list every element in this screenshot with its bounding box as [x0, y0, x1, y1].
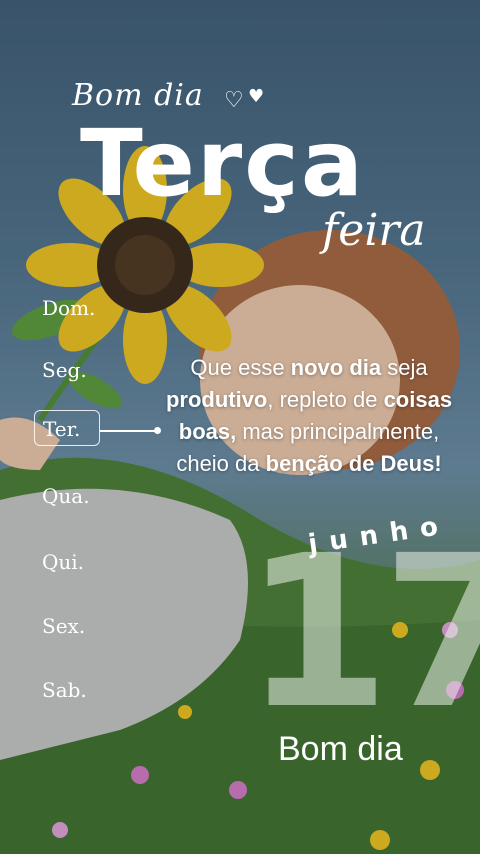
- message-bold: benção de Deus!: [265, 451, 442, 476]
- day-qua: Qua.: [42, 484, 90, 508]
- heart-filled-icon: ♥: [248, 86, 265, 107]
- day-ter-active: Ter.: [34, 410, 100, 446]
- greeting-card: Bom dia ♡ ♥ Terça feira Dom. Seg. Ter. Q…: [0, 0, 480, 854]
- message-bold: novo dia: [290, 355, 382, 380]
- weekday-title: Terça: [80, 110, 365, 217]
- greeting-script: Bom dia: [72, 78, 204, 113]
- footer-greeting: Bom dia: [278, 730, 403, 768]
- day-connector-line: [100, 430, 156, 432]
- weekday-suffix: feira: [322, 205, 426, 256]
- day-sex: Sex.: [42, 614, 86, 638]
- day-seg: Seg.: [42, 358, 87, 382]
- message-text: Que esse: [190, 355, 291, 380]
- message-bold: produtivo: [165, 387, 268, 412]
- blessing-message: Que esse novo dia seja produtivo, replet…: [164, 352, 454, 480]
- day-connector-dot: [154, 427, 161, 434]
- day-number: 17: [244, 510, 480, 755]
- day-dom: Dom.: [42, 296, 96, 320]
- day-qui: Qui.: [42, 550, 85, 574]
- message-text: , repleto de: [267, 387, 384, 412]
- message-text: seja: [381, 355, 428, 380]
- day-sab: Sab.: [42, 678, 87, 702]
